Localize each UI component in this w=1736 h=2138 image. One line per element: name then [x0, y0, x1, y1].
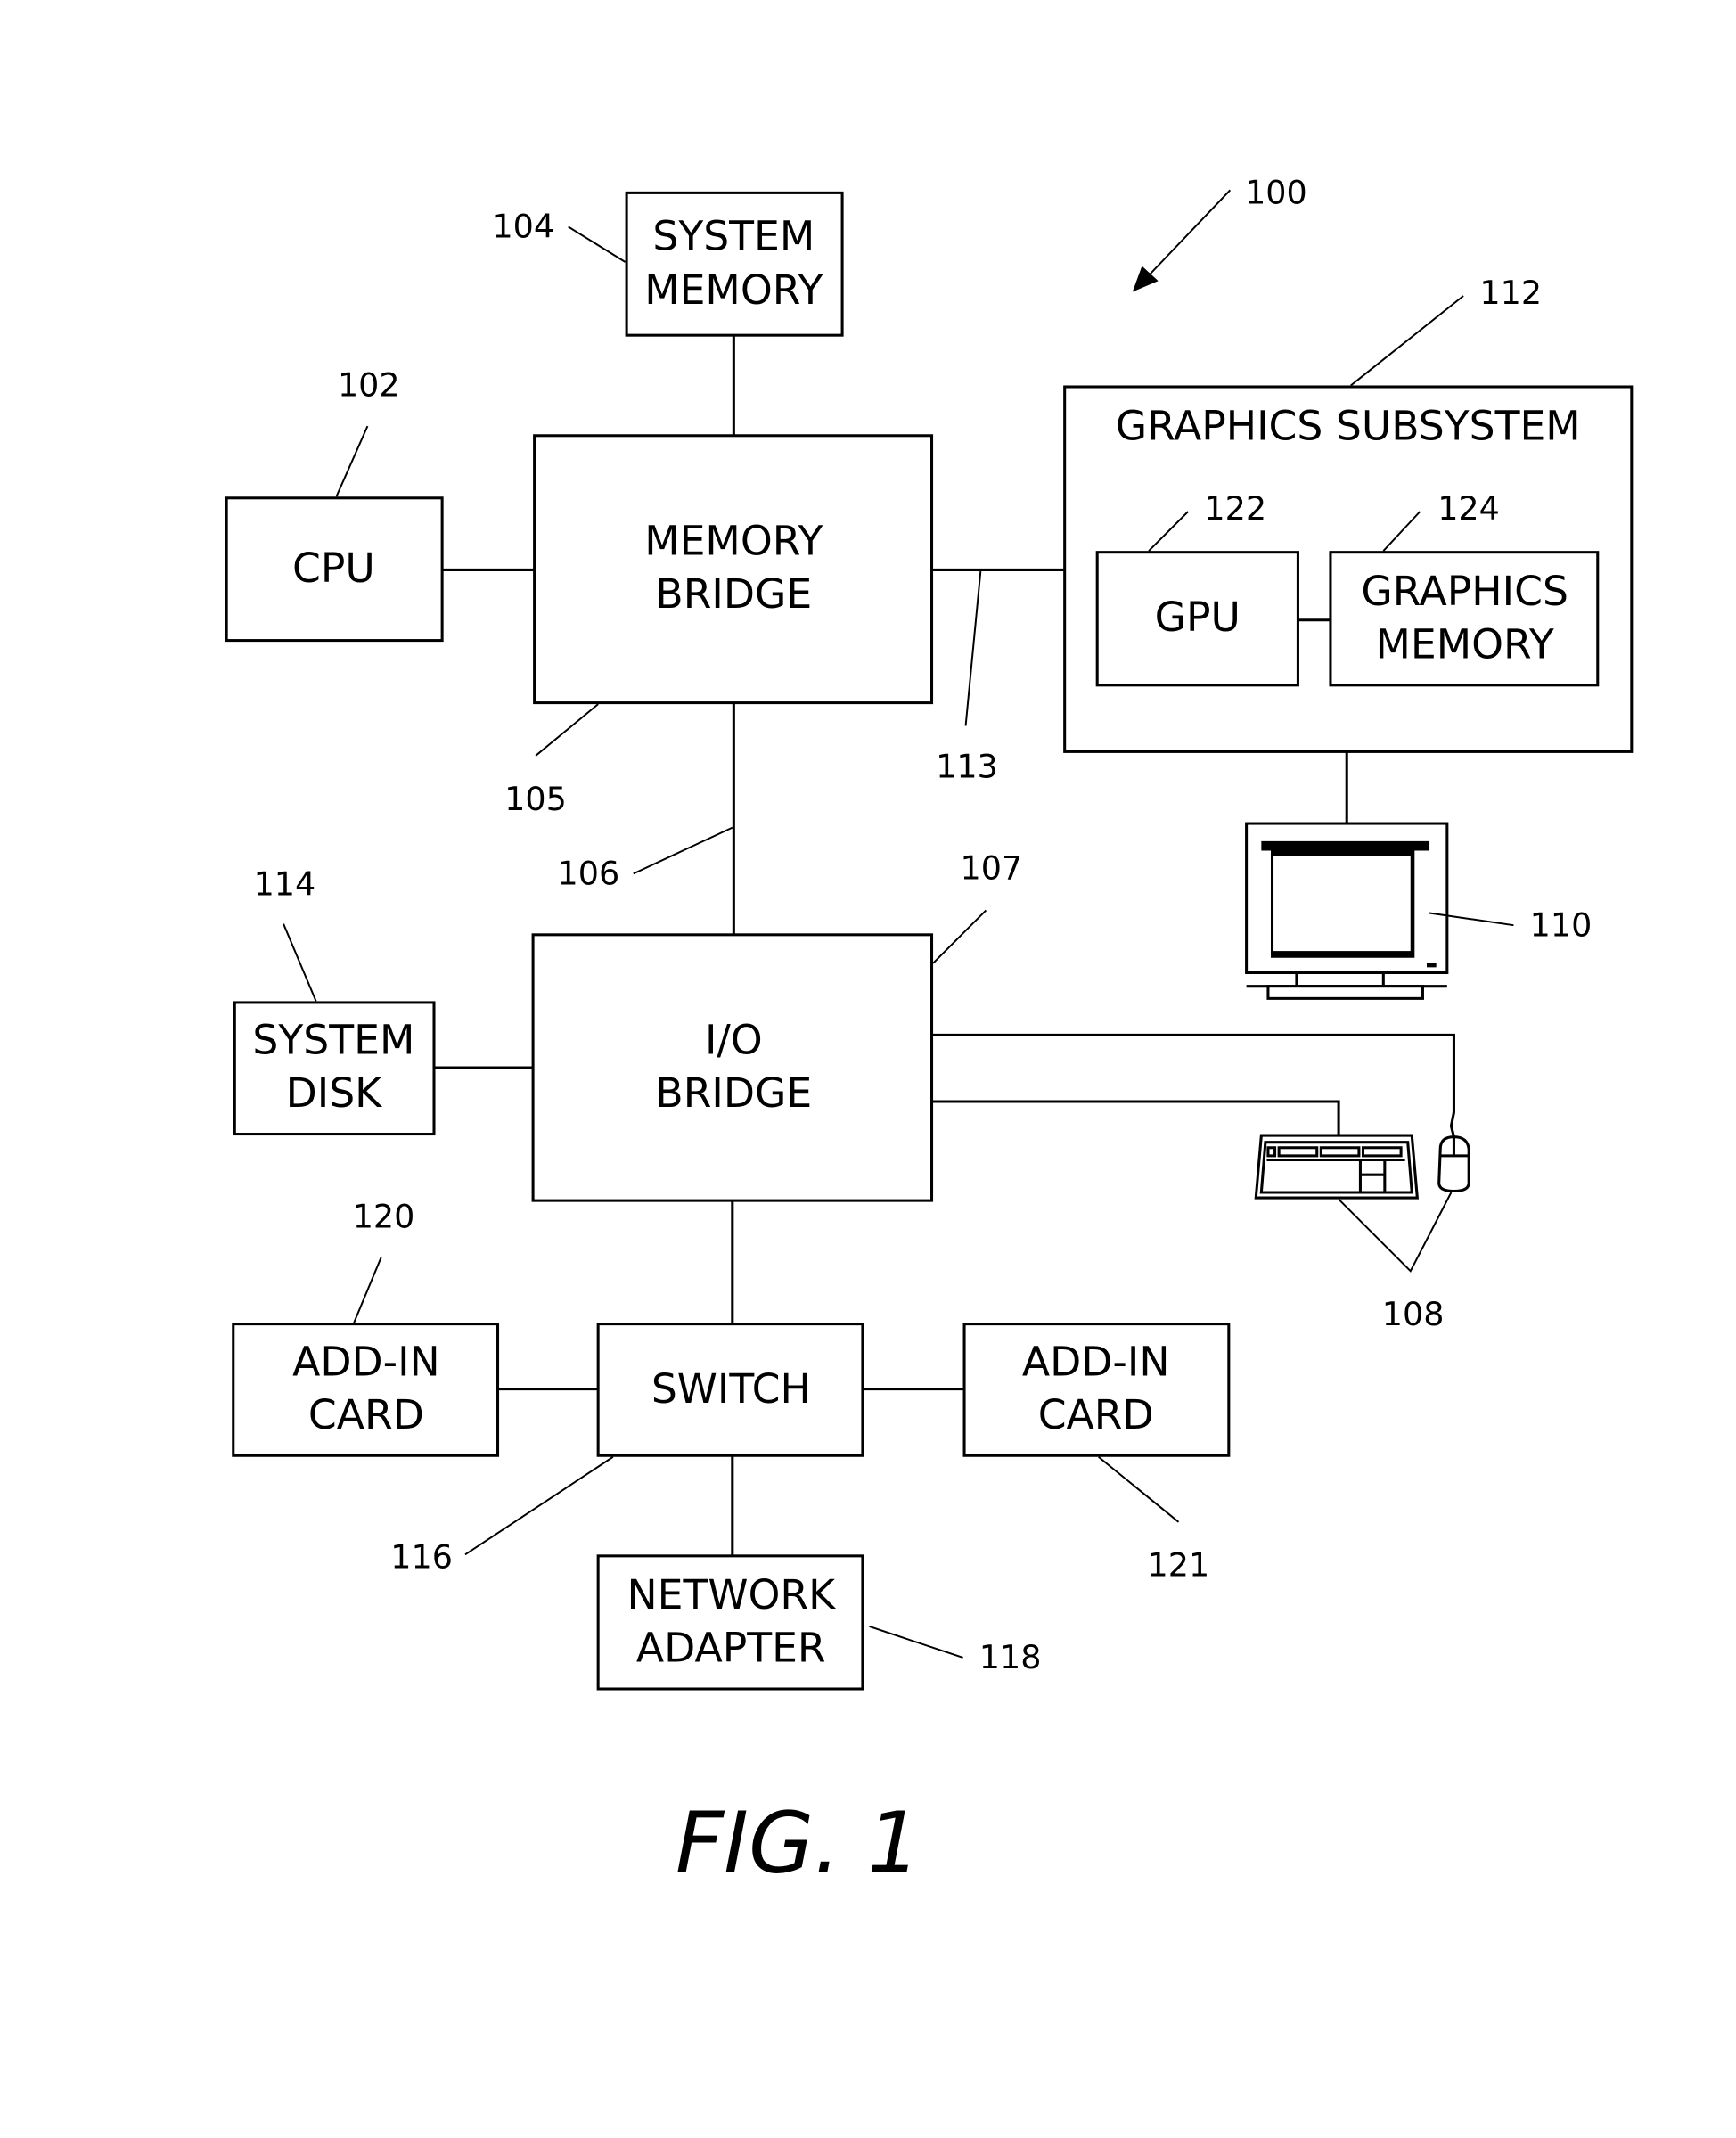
ref-124: 124	[1437, 489, 1500, 528]
add-in-card-left-label-1: ADD-IN	[292, 1338, 440, 1385]
system-reference: 100	[1132, 174, 1307, 292]
graphics-memory-block[interactable]: GRAPHICS MEMORY	[1329, 551, 1600, 687]
ref-104: 104	[492, 208, 554, 246]
graphics-memory-label-1: GRAPHICS	[1361, 568, 1568, 615]
ref-106: 106	[557, 855, 619, 893]
ref-116: 116	[390, 1538, 453, 1577]
ref-108: 108	[1382, 1295, 1445, 1333]
switch-block[interactable]: SWITCH	[596, 1323, 864, 1457]
link-iobridge-mouse	[931, 1033, 1455, 1137]
ref-102: 102	[338, 366, 400, 405]
ref-105: 105	[504, 780, 567, 818]
network-adapter-label-2: ADAPTER	[636, 1625, 826, 1672]
io-bridge-block[interactable]: I/O BRIDGE	[531, 933, 934, 1202]
gpu-block[interactable]: GPU	[1095, 551, 1299, 687]
cpu-block[interactable]: CPU	[225, 496, 444, 643]
add-in-card-right-label-1: ADD-IN	[1022, 1338, 1170, 1385]
memory-bridge-label-1: MEMORY	[644, 518, 823, 565]
keyboard-icon[interactable]	[1254, 1134, 1420, 1200]
system-memory-label-1: SYSTEM	[652, 212, 815, 259]
ref-100: 100	[1245, 174, 1307, 212]
ref-114: 114	[254, 865, 316, 904]
memory-bridge-block[interactable]: MEMORY BRIDGE	[533, 434, 934, 705]
add-in-card-right-block[interactable]: ADD-IN CARD	[962, 1323, 1231, 1457]
add-in-card-left-block[interactable]: ADD-IN CARD	[232, 1323, 500, 1457]
gpu-label: GPU	[1155, 594, 1241, 641]
ref-118: 118	[979, 1638, 1042, 1676]
ref-121: 121	[1148, 1546, 1210, 1585]
system-disk-label-2: DISK	[286, 1069, 383, 1117]
mouse-icon[interactable]	[1437, 1135, 1470, 1192]
system-disk-label-1: SYSTEM	[252, 1017, 414, 1064]
ref-107: 107	[960, 848, 1022, 887]
io-bridge-label-2: BRIDGE	[655, 1069, 812, 1117]
figure-caption: FIG. 1	[676, 1794, 921, 1892]
graphics-subsystem-label: GRAPHICS SUBSYSTEM	[1116, 402, 1581, 449]
add-in-card-left-label-2: CARD	[308, 1391, 424, 1438]
ref-113: 113	[936, 747, 998, 785]
switch-label: SWITCH	[651, 1365, 811, 1413]
system-memory-label-2: MEMORY	[644, 266, 823, 314]
ref-110: 110	[1530, 905, 1593, 944]
add-in-card-right-label-2: CARD	[1038, 1391, 1154, 1438]
network-adapter-label-1: NETWORK	[627, 1571, 837, 1618]
display-monitor-icon[interactable]	[1245, 822, 1449, 1000]
ref-120: 120	[353, 1198, 415, 1236]
link-iobridge-keyboard	[931, 1100, 1340, 1136]
ref-112: 112	[1479, 274, 1542, 312]
cpu-label: CPU	[292, 545, 375, 592]
block-diagram: 100 SYSTEM MEMORY 104 CPU 102 MEMORY BRI…	[225, 174, 1634, 1892]
system-disk-block[interactable]: SYSTEM DISK	[233, 1001, 436, 1136]
graphics-memory-label-2: MEMORY	[1376, 620, 1554, 668]
memory-bridge-label-2: BRIDGE	[655, 570, 812, 618]
system-memory-block[interactable]: SYSTEM MEMORY	[625, 191, 844, 337]
io-bridge-label-1: I/O	[705, 1017, 763, 1064]
network-adapter-block[interactable]: NETWORK ADAPTER	[596, 1554, 864, 1691]
ref-122: 122	[1204, 489, 1266, 528]
